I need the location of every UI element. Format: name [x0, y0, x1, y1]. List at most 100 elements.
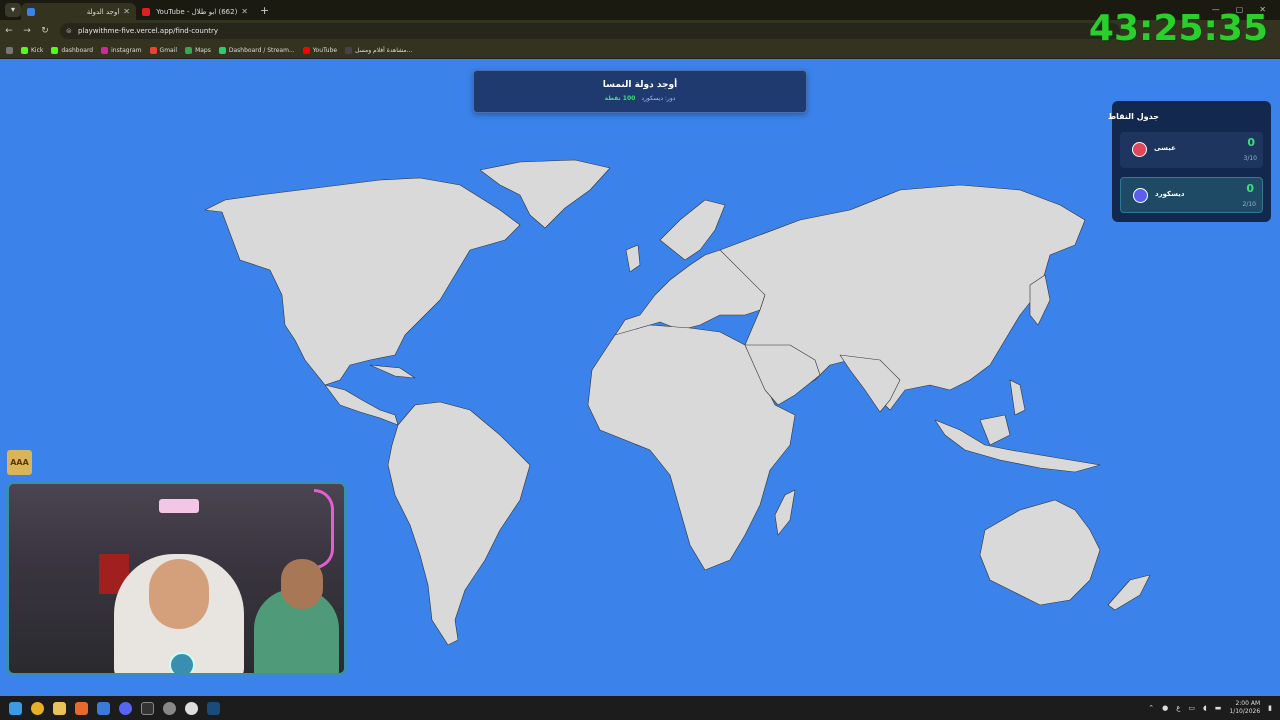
player-progress: 3/10	[1243, 155, 1257, 162]
url-input[interactable]: ⊜ playwithme-five.vercel.app/find-countr…	[60, 23, 1120, 39]
settings-icon[interactable]	[163, 701, 176, 715]
webcam-streamer-head	[149, 559, 209, 629]
volume-icon[interactable]: ◖	[1203, 704, 1207, 712]
battery-icon[interactable]: ▬	[1215, 704, 1222, 712]
scoreboard-title: جدول النقاط	[1107, 112, 1159, 121]
webcam-neon-sign	[314, 489, 334, 569]
site-favicon-icon	[27, 7, 35, 16]
australia[interactable]	[979, 499, 1101, 606]
bookmark-movies[interactable]: مشاهدة أفلام ومسل...	[345, 46, 413, 54]
tab-title: أوجد الدولة	[86, 7, 120, 16]
question-subtitle: دور: ديسكورد 100 نقطة	[474, 95, 806, 102]
stream-icon	[218, 46, 226, 54]
youtube-icon	[302, 46, 310, 54]
maps-icon	[185, 46, 193, 54]
player-progress: 2/10	[1242, 201, 1256, 208]
gmail-icon	[149, 46, 157, 54]
new-zealand[interactable]	[1107, 574, 1151, 611]
movies-icon	[345, 46, 353, 54]
clock[interactable]: 2:00 AM 1/10/2026	[1229, 700, 1260, 716]
site-info-icon[interactable]: ⊜	[66, 23, 72, 39]
turn-label: دور: ديسكورد	[641, 95, 676, 102]
channel-badge-icon: AAA	[7, 450, 32, 475]
bookmark-label: Kick	[31, 46, 44, 54]
youtube-favicon-icon	[142, 7, 150, 16]
north-america-landmass[interactable]	[204, 177, 521, 386]
scandinavia[interactable]	[659, 199, 726, 261]
bookmark-label: Maps	[195, 46, 211, 54]
tab-find-country[interactable]: أوجد الدولة ✕	[21, 3, 136, 20]
bookmark-label: instagram	[111, 46, 142, 54]
player-color-dot	[1133, 188, 1148, 203]
borneo[interactable]	[979, 414, 1011, 446]
player-score: 0	[1247, 136, 1255, 149]
webcam-guest-head	[281, 559, 323, 609]
microphone-icon[interactable]: ●	[1162, 704, 1168, 712]
player-name: ديسكورد	[1155, 190, 1185, 198]
system-tray: ⌃ ● ع ▭ ◖ ▬ 2:00 AM 1/10/2026 ▮	[1148, 696, 1272, 720]
back-icon[interactable]: ←	[0, 26, 18, 36]
tab-title: (662) ابو طلال - YouTube	[156, 7, 238, 16]
bookmark-dashboard[interactable]: dashboard	[51, 46, 94, 54]
forward-icon[interactable]: →	[18, 26, 36, 36]
bookmark-label: dashboard	[61, 46, 94, 54]
taskbar-apps	[0, 701, 220, 715]
webcam-ceiling-light	[159, 499, 199, 513]
close-tab-icon[interactable]: ✕	[241, 7, 248, 16]
bookmark-maps[interactable]: Maps	[185, 46, 211, 54]
bookmark-instagram[interactable]: instagram	[101, 46, 142, 54]
url-text: playwithme-five.vercel.app/find-country	[78, 27, 219, 35]
tab-youtube[interactable]: (662) ابو طلال - YouTube ✕	[136, 3, 254, 20]
discord-icon[interactable]	[119, 701, 132, 715]
bookmark-label: مشاهدة أفلام ومسل...	[355, 46, 413, 54]
steam-icon[interactable]	[207, 701, 220, 715]
chevron-up-icon[interactable]: ⌃	[1148, 704, 1154, 712]
windows-taskbar: ⌃ ● ع ▭ ◖ ▬ 2:00 AM 1/10/2026 ▮	[0, 696, 1280, 720]
app-icon[interactable]	[75, 701, 88, 715]
player-card-active: ديسكورد 0 2/10	[1120, 177, 1263, 213]
file-explorer-icon[interactable]	[53, 701, 66, 715]
central-america[interactable]	[324, 384, 399, 426]
network-icon[interactable]: ▭	[1188, 704, 1195, 712]
terminal-icon[interactable]	[141, 701, 154, 715]
bookmark-kick[interactable]: Kick	[21, 46, 44, 54]
indonesia[interactable]	[934, 419, 1101, 473]
new-tab-button[interactable]: +	[260, 4, 269, 17]
player-color-dot	[1132, 142, 1147, 157]
webcam-overlay	[6, 481, 347, 676]
player-score: 0	[1246, 182, 1254, 195]
bookmark-label: Gmail	[159, 46, 178, 54]
close-tab-icon[interactable]: ✕	[123, 7, 130, 16]
tab-search-button[interactable]: ▾	[5, 3, 21, 17]
kick-icon	[51, 46, 59, 54]
player-card: عيسى 0 3/10	[1120, 132, 1263, 168]
cuba[interactable]	[369, 364, 416, 379]
reload-icon[interactable]: ↻	[36, 26, 54, 36]
bookmark-gmail[interactable]: Gmail	[149, 46, 178, 54]
clock-time: 2:00 AM	[1235, 700, 1261, 707]
chrome-icon[interactable]	[31, 701, 44, 715]
bookmark-label: YouTube	[312, 46, 338, 54]
instagram-icon	[101, 46, 109, 54]
points-label: 100 نقطة	[604, 95, 636, 102]
start-icon[interactable]	[9, 701, 22, 715]
uk[interactable]	[625, 244, 641, 273]
store-icon[interactable]	[97, 701, 110, 715]
question-title: أوجد دولة النمسا	[602, 80, 678, 90]
app2-icon[interactable]	[185, 701, 198, 715]
kick-icon	[21, 46, 28, 54]
apps-icon[interactable]	[6, 46, 13, 54]
player-name: عيسى	[1154, 144, 1176, 152]
screen: ▾ أوجد الدولة ✕ (662) ابو طلال - YouTube…	[0, 0, 1280, 720]
bookmark-dashboard-stream[interactable]: Dashboard / Stream...	[218, 46, 295, 54]
clock-date: 1/10/2026	[1229, 708, 1261, 715]
notification-icon[interactable]: ▮	[1268, 704, 1272, 712]
webcam-logo-icon	[169, 652, 195, 673]
south-america[interactable]	[387, 401, 531, 646]
philippines[interactable]	[1009, 379, 1026, 416]
madagascar[interactable]	[774, 489, 796, 536]
bookmark-youtube[interactable]: YouTube	[302, 46, 338, 54]
question-banner: أوجد دولة النمسا دور: ديسكورد 100 نقطة	[473, 70, 807, 113]
bookmark-label: Dashboard / Stream...	[228, 46, 295, 54]
language-indicator[interactable]: ع	[1176, 704, 1180, 712]
